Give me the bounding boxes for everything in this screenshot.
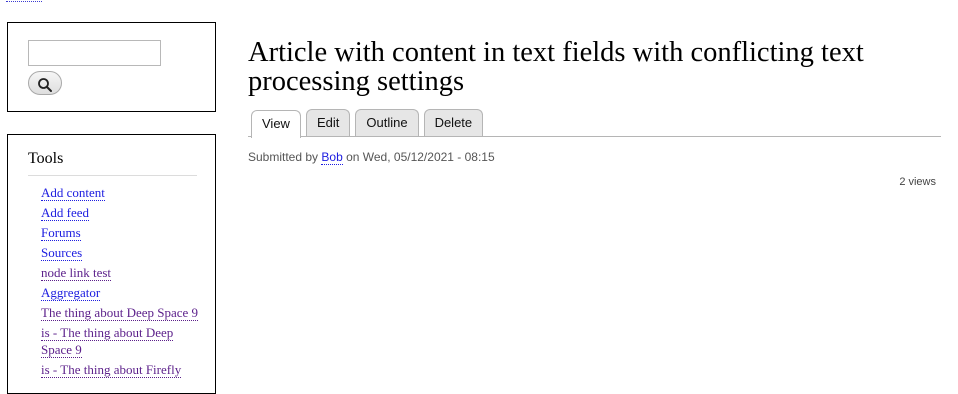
tools-menu-item: is - The thing about Firefly [41,361,206,379]
search-button[interactable] [28,71,62,95]
tools-menu-item: Add content [41,185,206,202]
tab-outline[interactable]: Outline [355,109,419,136]
is-deep-space-9-link[interactable]: is - The thing about Deep Space 9 [41,325,174,358]
forums-link[interactable]: Forums [41,225,81,241]
add-feed-link[interactable]: Add feed [41,205,90,221]
search-input[interactable] [28,40,161,66]
tab-view[interactable]: View [251,110,301,138]
tools-block: Tools Add content Add feed Forums Source… [7,134,216,394]
tools-menu-item: node link test [41,265,206,282]
tools-menu: Add content Add feed Forums Sources node… [41,185,206,382]
tools-menu-item: Sources [41,245,206,262]
tools-title: Tools [28,149,197,176]
tab-edit[interactable]: Edit [305,109,351,136]
aggregator-link[interactable]: Aggregator [41,285,101,301]
tools-menu-item: is - The thing about Deep Space 9 [41,325,206,358]
tools-menu-item: The thing about Deep Space 9 [41,305,206,322]
tools-menu-item: Forums [41,225,206,242]
tools-menu-item: Aggregator [41,285,206,302]
tools-menu-item: Add feed [41,205,206,222]
add-content-link[interactable]: Add content [41,185,105,201]
submitted-date: on Wed, 05/12/2021 - 08:15 [346,150,495,164]
submitted-prefix: Submitted by [248,150,319,164]
page-title: Article with content in text fields with… [248,37,864,97]
submitted-info: Submitted by Bob on Wed, 05/12/2021 - 08… [248,150,495,165]
view-count: 2 views [899,176,936,188]
tab-delete[interactable]: Delete [423,109,484,136]
author-link[interactable]: Bob [321,150,343,165]
node-link-test-link[interactable]: node link test [41,265,112,281]
deep-space-9-link[interactable]: The thing about Deep Space 9 [41,305,199,321]
is-firefly-link[interactable]: is - The thing about Firefly [41,361,182,378]
top-link-fragment[interactable] [6,0,42,2]
search-block [7,22,216,112]
search-icon [38,78,52,92]
sources-link[interactable]: Sources [41,245,83,261]
local-tasks-tabs: View Edit Outline Delete [248,109,941,138]
